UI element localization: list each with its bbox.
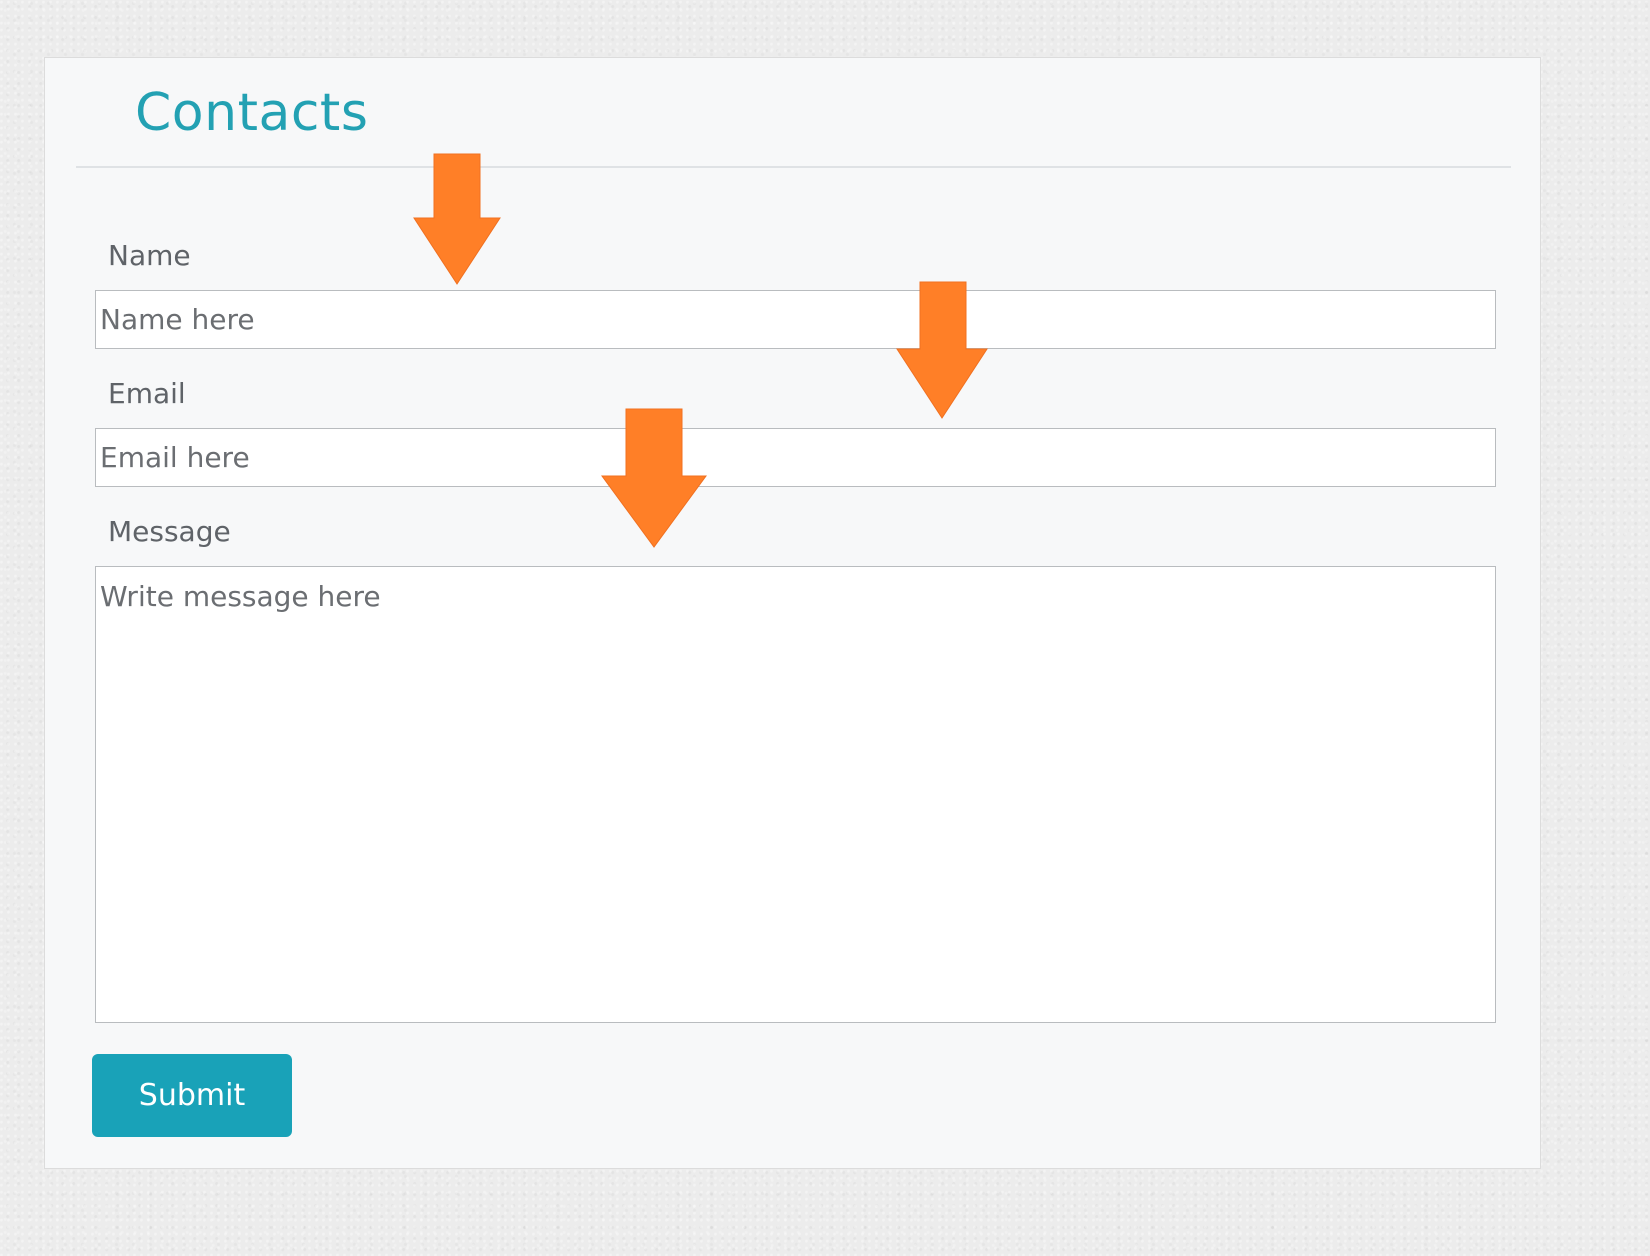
submit-button[interactable]: Submit [92,1054,292,1137]
title-divider [76,166,1511,168]
email-label: Email [108,377,186,410]
down-arrow-icon [601,408,707,548]
email-field[interactable] [95,428,1496,487]
down-arrow-icon [896,281,988,419]
down-arrow-icon [413,153,501,285]
name-label: Name [108,239,191,272]
message-field[interactable] [95,566,1496,1023]
contact-form-card: Contacts Name Email Message Submit [44,57,1541,1169]
message-label: Message [108,515,231,548]
name-field[interactable] [95,290,1496,349]
page-title: Contacts [135,83,369,143]
